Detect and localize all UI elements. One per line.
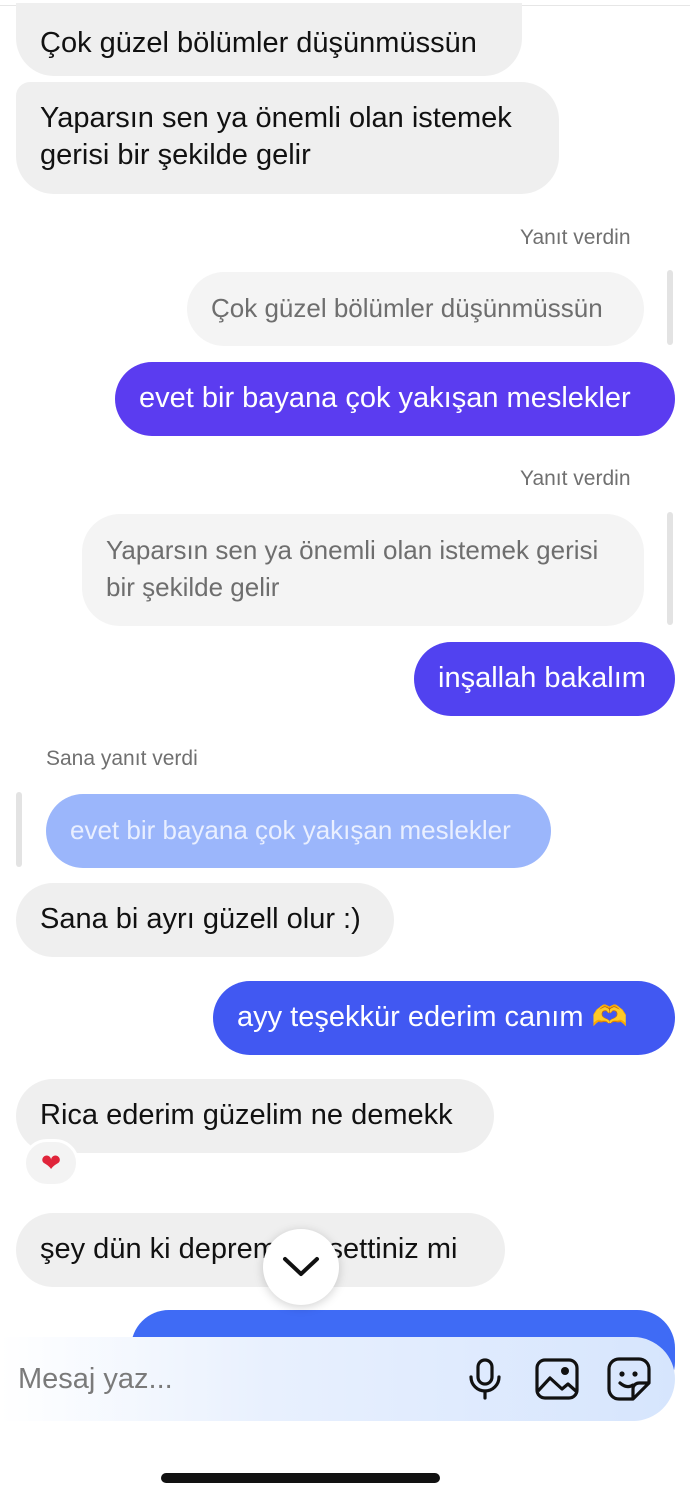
incoming-message[interactable]: Yaparsın sen ya önemli olan istemek geri… [16,82,559,194]
sticker-button[interactable] [603,1353,655,1405]
message-text-line: Yaparsın sen ya önemli olan istemek [40,102,512,134]
quote-bar [16,792,22,867]
quote-bar [667,270,673,345]
scroll-to-bottom-button[interactable] [263,1229,339,1305]
message-text: şey dün ki depremi hissettiniz mi [40,1233,458,1265]
image-gallery-icon [535,1358,579,1400]
message-text: Rica ederim güzelim ne demekk [40,1099,453,1131]
reply-label: Yanıt verdin [520,226,631,249]
quoted-text-line: bir şekilde gelir [106,572,280,602]
heart-icon: ❤ [40,1149,62,1177]
message-text: evet bir bayana çok yakışan meslekler [139,382,631,414]
outgoing-message[interactable]: evet bir bayana çok yakışan meslekler [115,362,675,436]
incoming-message[interactable]: Çok güzel bölümler düşünmüssün [16,3,522,76]
message-input[interactable] [0,1337,459,1421]
home-indicator[interactable] [161,1473,440,1483]
chevron-down-icon [283,1257,319,1276]
microphone-icon [469,1358,501,1400]
message-text: ayy teşekkür ederim canım 🫶 [237,1001,628,1033]
outgoing-message[interactable]: inşallah bakalım [414,642,675,716]
message-text: Çok güzel bölümler düşünmüssün [40,27,477,59]
quoted-message[interactable]: Yaparsın sen ya önemli olan istemek geri… [82,514,644,626]
reply-label: Sana yanıt verdi [46,747,198,770]
incoming-message[interactable]: şey dün ki depremi hissettiniz mi [16,1213,505,1287]
incoming-message[interactable]: Sana bi ayrı güzell olur :) [16,883,394,957]
message-text: Sana bi ayrı güzell olur :) [40,903,361,935]
heart-reaction[interactable]: ❤ [23,1139,79,1187]
quoted-text: Çok güzel bölümler düşünmüssün [211,293,603,323]
quote-bar [667,512,673,625]
sticker-icon [607,1357,651,1401]
quoted-message[interactable]: Çok güzel bölümler düşünmüssün [187,272,644,346]
message-text: inşallah bakalım [438,662,646,694]
microphone-button[interactable] [459,1353,511,1405]
quoted-text-line: Yaparsın sen ya önemli olan istemek geri… [106,535,599,565]
incoming-message[interactable]: Rica ederim güzelim ne demekk [16,1079,494,1153]
gallery-button[interactable] [531,1353,583,1405]
message-composer [0,1337,675,1421]
outgoing-message[interactable]: ayy teşekkür ederim canım 🫶 [213,981,675,1055]
quoted-message[interactable]: evet bir bayana çok yakışan meslekler [46,794,551,868]
message-text-line: gerisi bir şekilde gelir [40,139,311,171]
quoted-text: evet bir bayana çok yakışan meslekler [70,815,511,845]
reply-label: Yanıt verdin [520,467,631,490]
